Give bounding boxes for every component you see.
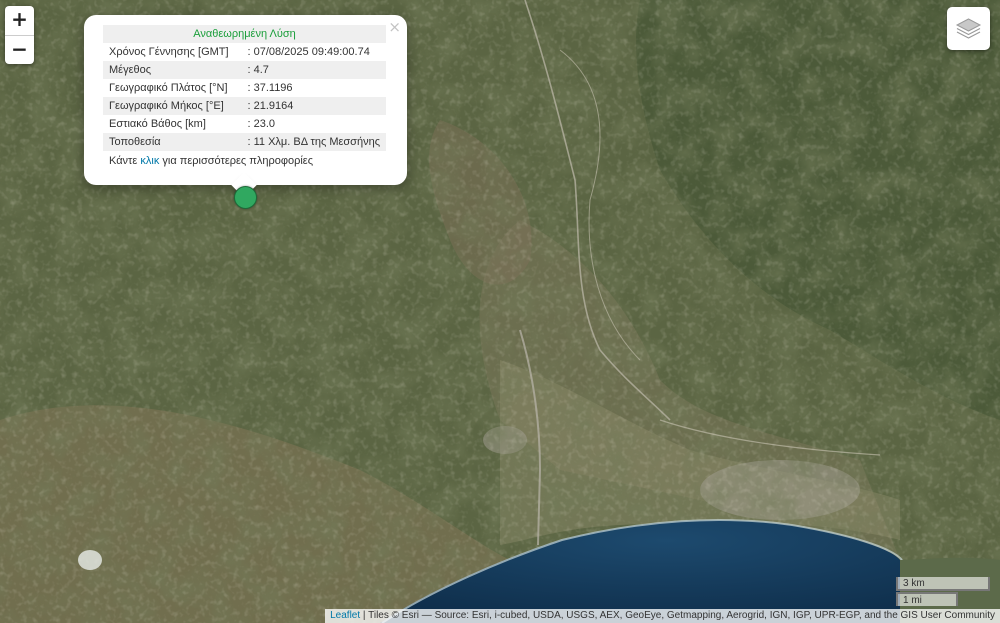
scale-km: 3 km <box>896 577 990 591</box>
location-label: Τοποθεσία <box>103 133 242 151</box>
longitude-label: Γεωγραφικό Μήκος [°E] <box>103 97 242 115</box>
latitude-label: Γεωγραφικό Πλάτος [°N] <box>109 82 228 94</box>
origin-time-value: : 07/08/2025 09:49:00.74 <box>247 46 370 58</box>
layers-icon <box>955 18 982 39</box>
layers-button[interactable] <box>947 7 990 50</box>
leaflet-link[interactable]: Leaflet <box>330 610 360 621</box>
map-attribution: Leaflet | Tiles © Esri — Source: Esri, i… <box>325 609 1000 623</box>
magnitude-value: : 4.7 <box>241 61 386 79</box>
zoom-in-button[interactable]: + <box>5 6 34 35</box>
latitude-value: : 37.1196 <box>247 82 293 94</box>
earthquake-marker[interactable] <box>234 186 257 209</box>
more-info-suffix: για περισσότερες πληροφορίες <box>162 155 313 167</box>
popup-title: Αναθεωρημένη Λύση <box>103 25 386 43</box>
event-info-table: Αναθεωρημένη Λύση Χρόνος Γέννησης [GMT]:… <box>103 25 386 151</box>
more-info-prefix: Κάντε <box>109 155 138 167</box>
more-info-link[interactable]: κλικ <box>140 155 159 167</box>
depth-label: Εστιακό Βάθος [km] <box>109 118 206 130</box>
zoom-out-button[interactable]: − <box>5 35 34 64</box>
longitude-value: : 21.9164 <box>241 97 386 115</box>
location-value: : 11 Χλμ. ΒΔ της Μεσσήνης <box>241 133 386 151</box>
scale-mi: 1 mi <box>896 592 958 606</box>
more-info-line: Κάντε κλικ για περισσότερες πληροφορίες <box>103 151 387 171</box>
earthquake-popup: × Αναθεωρημένη Λύση Χρόνος Γέννησης [GMT… <box>84 15 407 198</box>
popup-close-button[interactable]: × <box>388 18 401 36</box>
zoom-control: + − <box>5 6 34 64</box>
attribution-text: | Tiles © Esri — Source: Esri, i-cubed, … <box>360 610 995 621</box>
depth-value: : 23.0 <box>247 118 276 130</box>
origin-time-label: Χρόνος Γέννησης [GMT] <box>109 46 229 58</box>
scale-bar: 3 km 1 mi <box>896 577 990 607</box>
magnitude-label: Μέγεθος <box>103 61 242 79</box>
